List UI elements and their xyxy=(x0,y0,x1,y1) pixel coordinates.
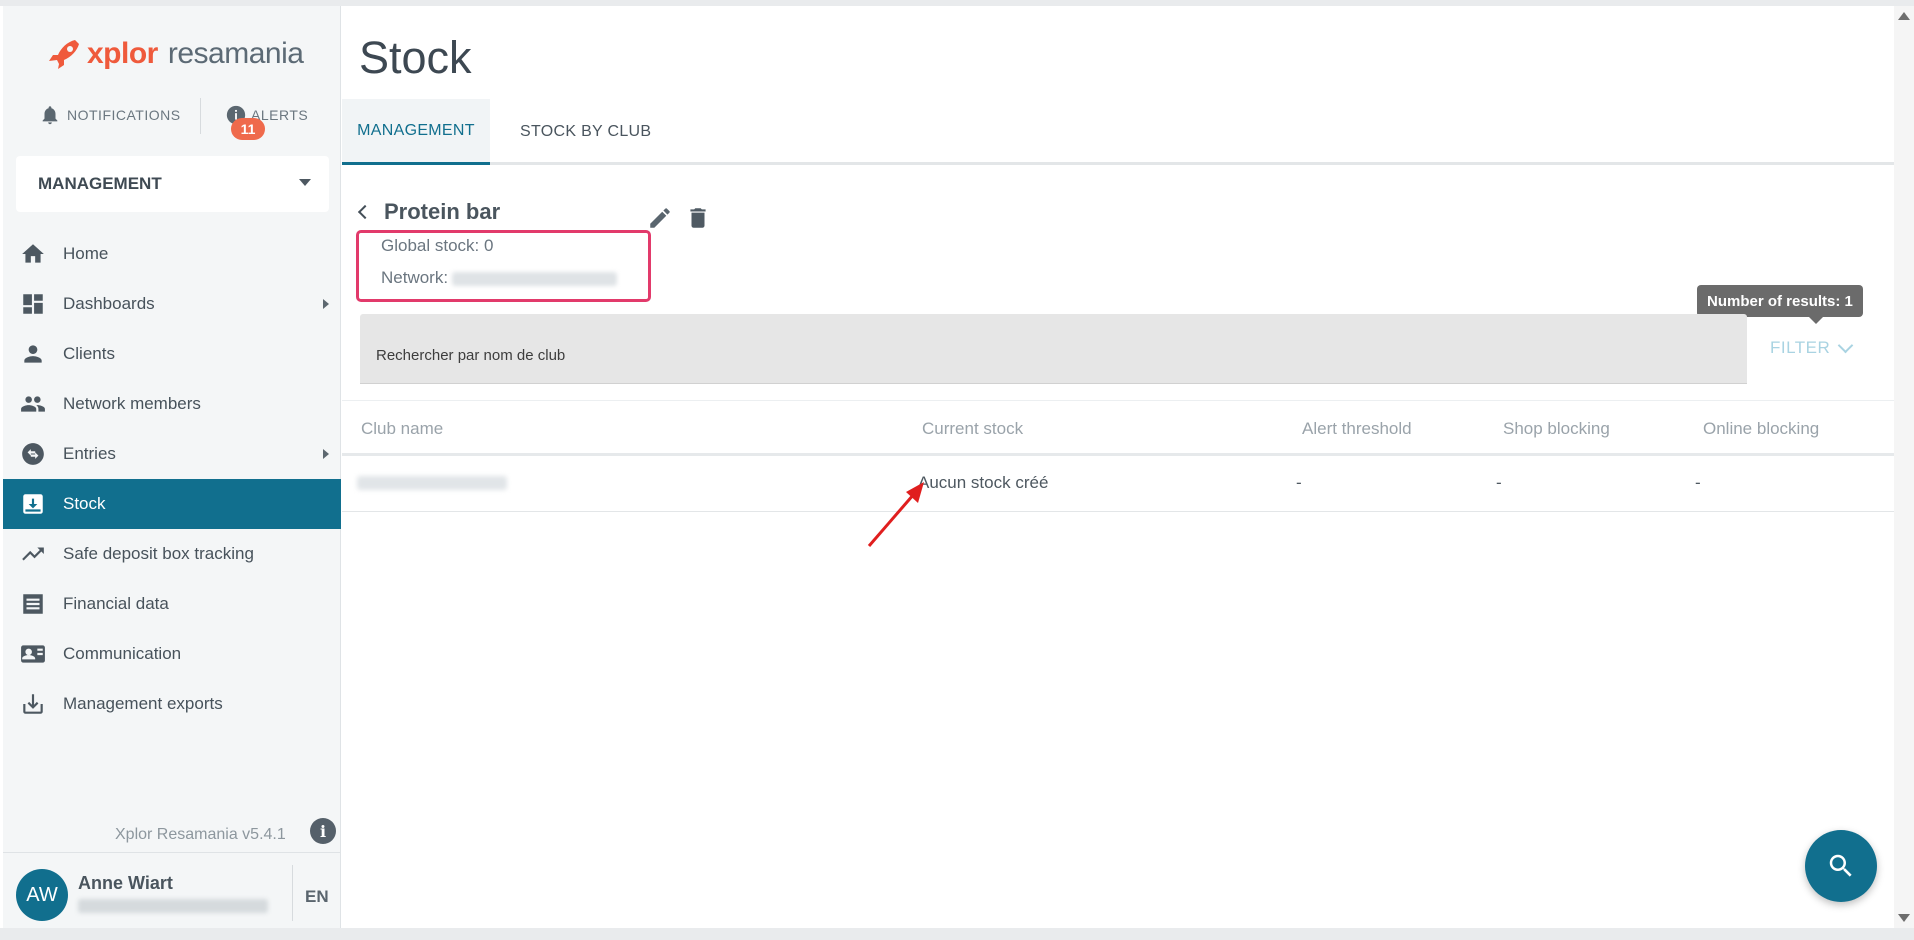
scrollbar[interactable] xyxy=(1894,6,1914,928)
rocket-logo-icon xyxy=(49,40,79,69)
column-alert-threshold[interactable]: Alert threshold xyxy=(1302,419,1412,439)
scroll-up-arrow-icon[interactable] xyxy=(1898,12,1910,20)
chevron-right-icon xyxy=(323,449,329,459)
sidebar-item-home[interactable]: Home xyxy=(3,229,341,279)
shop-blocking-cell: - xyxy=(1496,473,1502,492)
sidebar-item-communication[interactable]: Communication xyxy=(3,629,341,679)
bell-icon xyxy=(42,106,58,125)
trending-up-icon xyxy=(22,547,44,561)
tab-bar: MANAGEMENT STOCK BY CLUB xyxy=(342,99,1894,165)
language-switch[interactable]: EN xyxy=(305,887,329,907)
tab-stock-by-club[interactable]: STOCK BY CLUB xyxy=(520,99,651,165)
scroll-down-arrow-icon[interactable] xyxy=(1898,914,1910,922)
table-row[interactable]: Aucun stock créé - - - xyxy=(342,456,1894,512)
sidebar-item-label: Stock xyxy=(63,494,106,513)
notifications-button[interactable]: NOTIFICATIONS xyxy=(39,104,181,126)
context-select-value: MANAGEMENT xyxy=(38,174,162,193)
avatar[interactable]: AW xyxy=(16,869,68,921)
network-label: Network: xyxy=(381,268,449,287)
current-stock-cell: Aucun stock créé xyxy=(918,473,1049,492)
sidebar-item-label: Entries xyxy=(63,444,116,463)
sidebar-item-label: Management exports xyxy=(63,694,223,713)
search-fab-button[interactable] xyxy=(1805,830,1877,902)
contact-card-icon xyxy=(21,645,45,663)
sidebar-item-safe-deposit-box-tracking[interactable]: Safe deposit box tracking xyxy=(3,529,341,579)
sidebar-item-label: Financial data xyxy=(63,594,169,613)
stock-table: Club name Current stock Alert threshold … xyxy=(342,400,1894,512)
network-value-redacted xyxy=(452,271,618,286)
caret-down-icon xyxy=(299,179,311,186)
club-search-input[interactable] xyxy=(360,314,1747,384)
search-icon xyxy=(1829,854,1852,877)
main-content: Stock MANAGEMENT STOCK BY CLUB Protein b… xyxy=(342,6,1894,928)
column-shop-blocking[interactable]: Shop blocking xyxy=(1503,419,1610,439)
table-header: Club name Current stock Alert threshold … xyxy=(342,400,1894,456)
home-icon xyxy=(22,244,44,263)
sidebar-item-label: Network members xyxy=(63,394,201,413)
sidebar: xplor resamania NOTIFICATIONS ALERTS 11 … xyxy=(3,6,341,928)
chevron-right-icon xyxy=(323,299,329,309)
user-panel: AW Anne Wiart EN xyxy=(3,852,341,928)
context-select[interactable]: MANAGEMENT xyxy=(16,156,329,212)
sidebar-item-dashboards[interactable]: Dashboards xyxy=(3,279,341,329)
column-club-name[interactable]: Club name xyxy=(361,419,443,439)
product-header: Protein bar xyxy=(356,199,500,225)
alerts-count-badge: 11 xyxy=(231,118,265,140)
logo-main-text: xplor xyxy=(87,37,158,70)
download-icon xyxy=(23,694,43,714)
sidebar-item-label: Communication xyxy=(63,644,182,663)
product-name: Protein bar xyxy=(384,199,501,224)
club-name-redacted xyxy=(357,476,507,490)
sidebar-item-network-members[interactable]: Network members xyxy=(3,379,341,429)
column-online-blocking[interactable]: Online blocking xyxy=(1703,419,1819,439)
tab-management[interactable]: MANAGEMENT xyxy=(342,99,490,165)
notification-bar: NOTIFICATIONS ALERTS 11 xyxy=(3,98,341,140)
app-version: Xplor Resamania v5.4.1 xyxy=(115,826,286,843)
sidebar-item-entries[interactable]: Entries xyxy=(3,429,341,479)
receipt-icon xyxy=(23,594,43,614)
brand-logo[interactable]: xplor resamania xyxy=(45,34,304,74)
back-chevron-icon[interactable] xyxy=(357,204,373,220)
people-icon xyxy=(21,396,45,412)
filter-button[interactable]: FILTER xyxy=(1770,337,1854,358)
results-count-tooltip: Number of results: 1 xyxy=(1697,285,1863,324)
dashboard-icon xyxy=(23,294,43,314)
filter-label: FILTER xyxy=(1770,338,1831,357)
sidebar-nav: Home Dashboards Clients Network members … xyxy=(3,229,341,729)
divider xyxy=(200,98,201,134)
sidebar-item-financial-data[interactable]: Financial data xyxy=(3,579,341,629)
logo-sub-text: resamania xyxy=(167,37,304,70)
inbox-icon xyxy=(23,494,43,514)
sidebar-item-stock[interactable]: Stock xyxy=(3,479,341,529)
page-title: Stock xyxy=(359,32,472,83)
user-name: Anne Wiart xyxy=(78,873,173,893)
sidebar-item-label: Dashboards xyxy=(63,294,155,313)
edit-pencil-icon[interactable] xyxy=(647,205,673,231)
person-icon xyxy=(24,345,42,363)
alert-threshold-cell: - xyxy=(1296,473,1302,492)
network-line: Network: xyxy=(381,268,618,288)
chevron-down-icon xyxy=(1838,337,1854,353)
swap-icon xyxy=(22,443,44,465)
sidebar-item-label: Home xyxy=(63,244,109,263)
sidebar-item-clients[interactable]: Clients xyxy=(3,329,341,379)
window-bottom-bar xyxy=(0,928,1914,940)
user-role-redacted xyxy=(78,899,268,913)
online-blocking-cell: - xyxy=(1695,473,1701,492)
column-current-stock[interactable]: Current stock xyxy=(922,419,1023,439)
notifications-label: NOTIFICATIONS xyxy=(67,107,181,123)
red-arrow-annotation xyxy=(867,482,924,547)
sidebar-item-label: Clients xyxy=(63,344,115,363)
sidebar-item-label: Safe deposit box tracking xyxy=(63,544,254,563)
trash-icon[interactable] xyxy=(685,204,711,232)
version-info-icon[interactable]: i xyxy=(310,818,336,844)
divider xyxy=(292,865,293,921)
sidebar-item-management-exports[interactable]: Management exports xyxy=(3,679,341,729)
global-stock-text: Global stock: 0 xyxy=(381,236,494,255)
